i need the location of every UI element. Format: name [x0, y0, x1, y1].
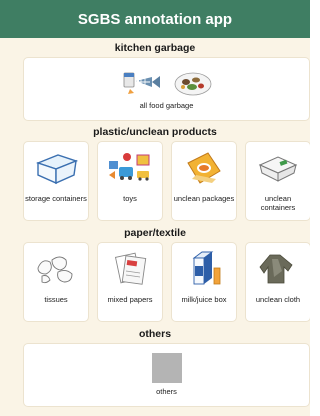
category-label: unclean packages	[173, 194, 235, 203]
category-label: toys	[123, 194, 137, 203]
category-card-unclean-cloth[interactable]: unclean cloth	[245, 242, 310, 322]
section-title-paper-textile: paper/textile	[124, 227, 186, 239]
category-card-all-food-garbage[interactable]: all food garbage	[23, 57, 310, 121]
category-label: others	[156, 387, 177, 396]
category-card-others[interactable]: others	[23, 343, 310, 407]
category-label: milk/juice box	[181, 295, 227, 304]
storage-container-icon	[33, 148, 79, 188]
category-card-tissues[interactable]: tissues	[23, 242, 89, 322]
category-card-toys[interactable]: toys	[97, 141, 163, 221]
takeout-container-icon	[255, 148, 301, 188]
app-title: SGBS annotation app	[77, 10, 233, 28]
category-label: unclean cloth	[255, 295, 301, 304]
app-header: SGBS annotation app	[0, 0, 310, 38]
category-row-plastic: storage containers toys unclean packages…	[0, 141, 310, 221]
category-label: unclean containers	[260, 194, 296, 212]
category-card-unclean-packages[interactable]: unclean packages	[171, 141, 237, 221]
category-row-paper: tissues mixed papers milk/juice box uncl…	[0, 242, 310, 322]
cloth-icon	[255, 249, 301, 289]
app-window: SGBS annotation app kitchen garbage all …	[0, 0, 310, 416]
papers-icon	[107, 249, 153, 289]
section-title-plastic-unclean-products: plastic/unclean products	[93, 126, 217, 138]
category-card-storage-containers[interactable]: storage containers	[23, 141, 89, 221]
section-title-kitchen-garbage: kitchen garbage	[114, 42, 196, 54]
food-garbage-icon	[122, 69, 212, 97]
category-card-milk-juice-box[interactable]: milk/juice box	[171, 242, 237, 322]
chip-bag-icon	[181, 148, 227, 188]
section-title-others: others	[138, 328, 172, 340]
toys-icon	[107, 148, 153, 188]
category-label: storage containers	[25, 194, 87, 203]
gray-square-icon	[151, 353, 182, 383]
category-label: tissues	[44, 295, 68, 304]
category-card-unclean-containers[interactable]: unclean containers	[245, 141, 310, 221]
tissues-icon	[33, 249, 79, 289]
milk-carton-icon	[181, 249, 227, 289]
category-label: mixed papers	[107, 295, 153, 304]
category-label: all food garbage	[139, 101, 194, 110]
category-card-mixed-papers[interactable]: mixed papers	[97, 242, 163, 322]
